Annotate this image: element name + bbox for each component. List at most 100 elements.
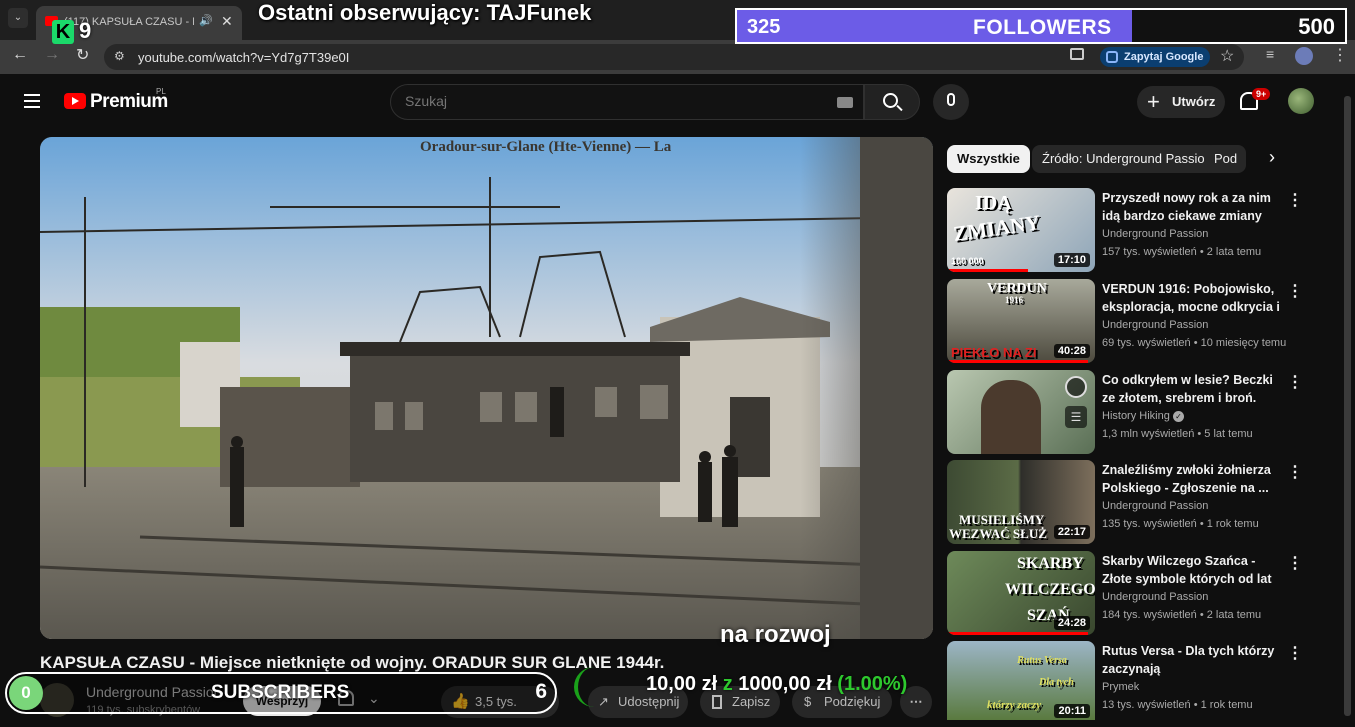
thumbnail-text: ZMIANY [951,210,1042,246]
subscribers-label: SUBSCRIBERS [211,682,350,703]
video-thumbnail[interactable]: SKARBY WILCZEGO SZAŃ 24:28 [947,551,1095,635]
subscribers-goal-bar: 0 SUBSCRIBERS 6 [5,672,557,714]
more-options-icon[interactable]: ⋮ [1287,643,1303,663]
recommended-video[interactable]: ☰ Co odkryłem w lesie? Beczki ze złotem,… [947,370,1347,456]
video-channel[interactable]: Underground Passion [1102,319,1208,331]
more-options-icon[interactable]: ⋮ [1287,462,1303,482]
view-count: 135 tys. wyświetleń [1102,518,1197,530]
subscribers-current: 0 [9,676,43,710]
followers-goal-bar: 325 FOLLOWERS 500 [735,8,1347,44]
thumbnail-text: SKARBY [1017,555,1084,572]
tab-list-icon[interactable]: ⌄ [8,8,28,28]
video-channel[interactable]: Underground Passion [1102,500,1208,512]
view-count: 184 tys. wyświetleń [1102,609,1197,621]
video-thumbnail[interactable]: MUSIELIŚMY WEZWAĆ SŁUŻ 22:17 [947,460,1095,544]
google-lens-icon [1106,51,1118,63]
video-thumbnail[interactable]: VERDUN 1916 PIEKŁO NA ZI 40:28 [947,279,1095,363]
more-options-icon[interactable]: ⋮ [1287,372,1303,392]
person-figure [981,380,1041,454]
site-settings-icon[interactable]: ⚙ [114,49,125,63]
thumbnail-text: Dla tych [1039,677,1074,688]
video-channel[interactable]: History Hiking ✓ [1102,410,1184,422]
video-channel[interactable]: Underground Passion [1102,591,1208,603]
mic-icon [947,93,955,106]
donation-goal-text: 10,00 zł z 1000,00 zł (1.00%) [646,673,907,696]
followers-target: 500 [1298,14,1335,39]
hamburger-menu-icon[interactable] [24,94,40,108]
browser-menu-icon[interactable]: ⋮ [1332,45,1348,65]
view-count: 157 tys. wyświetleń [1102,246,1197,258]
postcard-caption: Oradour-sur-Glane (Hte-Vienne) — La [420,139,672,155]
chip-source[interactable]: Źródło: Underground Passion [1032,145,1222,173]
thumbnail-text: którzy zaczy [987,699,1042,711]
watch-progress-bar [947,360,1088,363]
youtube-play-icon [64,93,86,109]
view-count: 1,3 mln wyświetleń [1102,428,1195,440]
thumbnail-text: WEZWAĆ SŁUŻ [949,526,1047,541]
recommended-video[interactable]: Rutus Versa Dla tych którzy zaczy 20:11 … [947,641,1347,727]
search-input[interactable] [405,93,805,109]
video-meta: 157 tys. wyświetleń • 2 lata temu [1102,246,1262,258]
back-icon[interactable]: ← [12,46,28,64]
donation-amount: 10,00 zł [646,673,718,695]
video-title[interactable]: Rutus Versa - Dla tych którzy zaczynają [1102,642,1284,678]
video-title[interactable]: Co odkryłem w lesie? Beczki ze złotem, s… [1102,371,1284,407]
video-duration: 20:11 [1054,704,1090,718]
url-text[interactable]: youtube.com/watch?v=Yd7g7T39e0I [138,50,349,65]
video-channel[interactable]: Prymek [1102,681,1139,693]
verified-icon: ✓ [1172,410,1184,422]
chevron-right-icon[interactable]: › [1269,147,1275,168]
recommended-video[interactable]: SKARBY WILCZEGO SZAŃ 24:28 Skarby Wilcze… [947,551,1347,637]
voice-search-button[interactable] [933,84,969,120]
video-title[interactable]: Przyszedł nowy rok a za nim idą bardzo c… [1102,189,1284,225]
close-tab-icon[interactable]: ✕ [221,13,233,30]
recommended-video[interactable]: MUSIELIŚMY WEZWAĆ SŁUŻ 22:17 Znaleźliśmy… [947,460,1347,546]
reload-icon[interactable]: ↻ [76,45,89,65]
chip-related[interactable]: Pod [1204,145,1246,173]
video-meta: 184 tys. wyświetleń • 2 lata temu [1102,609,1262,621]
video-thumbnail[interactable]: IDĄ ZMIANY 100 000 17:10 [947,188,1095,272]
thumbnail-text: WILCZEGO [1005,581,1095,598]
ask-google-label: Zapytaj Google [1124,51,1204,63]
user-avatar[interactable] [1288,88,1314,114]
last-follower-text: Ostatni obserwujący: TAJFunek [258,0,592,25]
install-app-icon[interactable] [1070,48,1084,60]
subscribers-target: 6 [535,680,547,703]
more-options-icon[interactable]: ⋮ [1287,190,1303,210]
followers-current: 325 [747,16,781,38]
video-player[interactable]: Oradour-sur-Glane (Hte-Vienne) — La [40,137,933,639]
keyboard-icon[interactable] [837,97,853,108]
video-caption: na rozwoj [720,621,831,648]
followers-label: FOLLOWERS [973,16,1112,39]
search-button[interactable] [864,84,920,120]
omnibox[interactable]: ⚙ youtube.com/watch?v=Yd7g7T39e0I Zapyta… [104,44,1244,70]
watch-later-icon[interactable] [1065,376,1087,398]
video-title[interactable]: Skarby Wilczego Szańca - Złote symbole k… [1102,552,1284,588]
video-frame: Oradour-sur-Glane (Hte-Vienne) — La [40,137,933,639]
create-button[interactable]: + Utwórz [1137,86,1225,118]
recommended-video[interactable]: VERDUN 1916 PIEKŁO NA ZI 40:28 VERDUN 19… [947,279,1347,365]
profile-icon[interactable] [1295,47,1313,65]
video-thumbnail[interactable]: ☰ [947,370,1095,454]
more-options-icon[interactable]: ⋮ [1287,553,1303,573]
kick-viewer-count: 9 [79,18,92,43]
page-scrollbar[interactable] [1344,96,1351,716]
speaker-icon[interactable]: 🔊 [199,14,213,27]
video-channel[interactable]: Underground Passion [1102,228,1208,240]
channel-name: History Hiking [1102,410,1170,422]
add-to-queue-icon[interactable]: ☰ [1065,406,1087,428]
kick-logo-icon: K [52,20,74,44]
forward-icon[interactable]: → [44,46,60,64]
donation-target: 1000,00 zł [738,673,832,695]
recommended-video[interactable]: IDĄ ZMIANY 100 000 17:10 Przyszedł nowy … [947,188,1347,274]
search-box[interactable] [390,84,864,120]
video-title[interactable]: Znaleźliśmy zwłoki żołnierza Polskiego -… [1102,461,1284,497]
reading-list-icon[interactable]: ≡ [1266,46,1274,62]
video-thumbnail[interactable]: Rutus Versa Dla tych którzy zaczy 20:11 [947,641,1095,720]
chip-all[interactable]: Wszystkie [947,145,1030,173]
logo-region: PL [156,87,166,96]
ask-google-button[interactable]: Zapytaj Google [1100,47,1210,67]
bookmark-star-icon[interactable]: ☆ [1220,46,1234,66]
video-title[interactable]: VERDUN 1916: Pobojowisko, eksploracja, m… [1102,280,1284,316]
more-options-icon[interactable]: ⋮ [1287,281,1303,301]
